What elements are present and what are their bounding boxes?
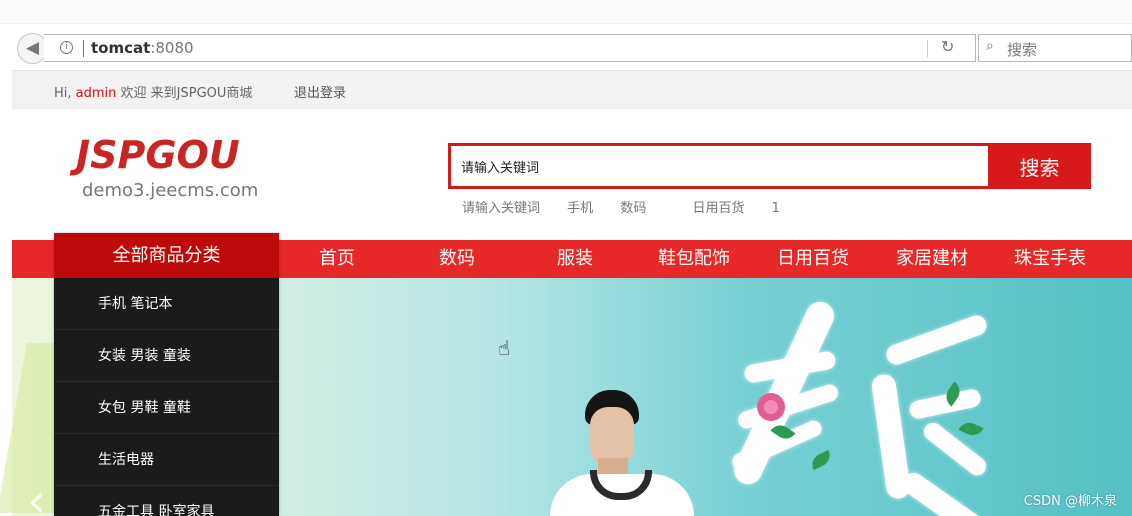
search-icon: ⌕ [986,38,994,54]
hot-word-link[interactable]: 数码 [620,197,646,216]
hand-cursor-icon: ☝ [498,336,511,360]
browser-top-area [0,0,1132,24]
browser-search-placeholder: 搜索 [1007,41,1038,59]
hot-search-words: 请输入关键词 手机 数码 日用百货 1 [462,197,803,216]
nav-item-home[interactable]: 首页 [287,240,387,278]
banner-prev-arrow-icon[interactable]: ‹ [27,473,46,516]
banner-model-image [542,390,702,516]
welcome-text: 欢迎 来到JSPGOU商城 [116,86,253,101]
browser-window: ◀ i tomcat:8080 ↻ ⌕ 搜索 Hi, admin 欢迎 来到JS… [0,0,1132,516]
nav-item-bags-accessories[interactable]: 鞋包配饰 [644,240,744,278]
nav-item-clothing[interactable]: 服装 [525,240,625,278]
reload-separator [927,40,928,57]
calligraphy-spring-character [726,286,844,496]
url-field[interactable]: i tomcat:8080 ↻ [44,34,976,62]
reload-icon[interactable]: ↻ [941,37,954,56]
nav-item-jewelry-watches[interactable]: 珠宝手表 [1000,240,1100,278]
category-menu: 全部商品分类 手机 笔记本 女装 男装 童装 女包 男鞋 童鞋 生活电器 五金工… [54,233,279,516]
site-header: JSPGOU demo3.jeecms.com 搜索 请输入关键词 手机 数码 … [12,109,1132,240]
nav-item-home-building[interactable]: 家居建材 [882,240,982,278]
category-item-appliances[interactable]: 生活电器 [54,434,279,486]
url-port: :8080 [150,39,194,57]
username-link[interactable]: admin [76,86,117,101]
category-item-clothing[interactable]: 女装 男装 童装 [54,330,279,382]
category-item-tools-furniture[interactable]: 五金工具 卧室家具 [54,486,279,516]
hot-word-link[interactable]: 1 [772,201,780,216]
user-greeting: Hi, admin 欢迎 来到JSPGOU商城 [54,82,252,101]
url-text[interactable]: tomcat:8080 [91,39,194,57]
site-logo[interactable]: JSPGOU [76,135,240,175]
all-categories-button[interactable]: 全部商品分类 [54,233,279,278]
nav-item-digital[interactable]: 数码 [407,240,507,278]
hot-word-link[interactable]: 请输入关键词 [462,197,540,216]
site-domain: demo3.jeecms.com [82,180,259,201]
calligraphy-summer-character [842,312,1002,516]
url-separator [83,40,84,57]
user-bar: Hi, admin 欢迎 来到JSPGOU商城 退出登录 [12,70,1132,109]
info-icon[interactable]: i [60,41,73,54]
flower-decoration [757,393,785,421]
hot-word-link[interactable]: 日用百货 [692,197,744,216]
watermark-text: CSDN @柳木泉 [1023,494,1117,509]
nav-item-daily-goods[interactable]: 日用百货 [763,240,863,278]
url-host: tomcat [91,39,151,57]
browser-search-input[interactable]: ⌕ 搜索 [978,34,1132,62]
category-item-phone-laptop[interactable]: 手机 笔记本 [54,278,279,330]
site-search-button[interactable]: 搜索 [988,143,1091,189]
browser-address-bar: ◀ i tomcat:8080 ↻ ⌕ 搜索 [12,28,1132,70]
logout-link[interactable]: 退出登录 [294,82,346,101]
hot-word-link[interactable]: 手机 [567,197,593,216]
greeting-prefix: Hi, [54,86,76,101]
category-item-bags-shoes[interactable]: 女包 男鞋 童鞋 [54,382,279,434]
site-search-input[interactable] [461,156,981,176]
site-search-bar: 搜索 [448,143,1091,189]
